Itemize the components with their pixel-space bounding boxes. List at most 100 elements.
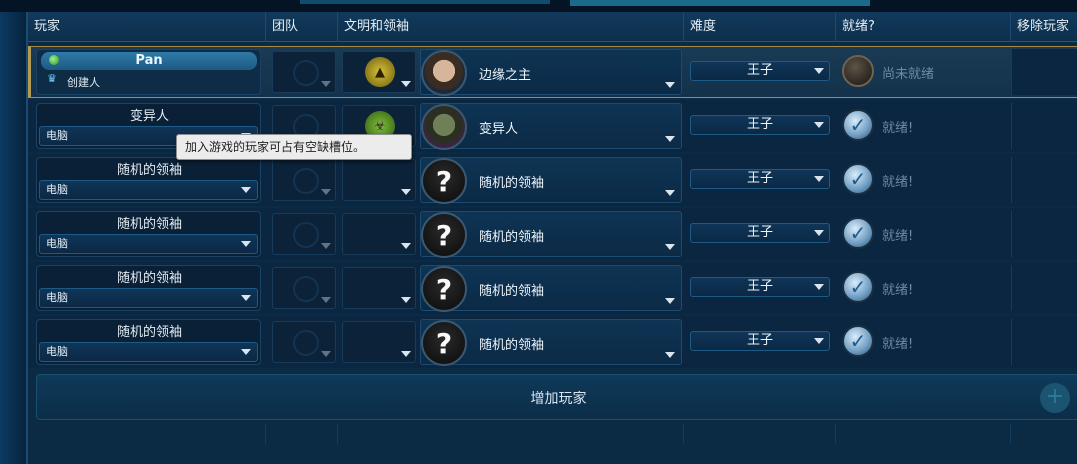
civ-select[interactable]: [342, 321, 416, 363]
chevron-down-icon: [401, 351, 411, 357]
chevron-down-icon: [321, 351, 331, 357]
add-player-label: 增加玩家: [530, 391, 587, 407]
chevron-down-icon: [665, 352, 675, 358]
leader-name: 随机的领袖: [479, 230, 545, 245]
player-type-select[interactable]: 电脑: [39, 288, 258, 308]
team-ring-icon: [293, 276, 319, 302]
player-name-box: 随机的领袖 电脑: [36, 157, 261, 203]
difficulty-select[interactable]: 王子: [690, 223, 830, 243]
chevron-down-icon: [401, 243, 411, 249]
tooltip: 加入游戏的玩家可占有空缺槽位。: [176, 134, 412, 160]
player-name-box: 随机的领袖 电脑: [36, 319, 261, 365]
team-select[interactable]: [272, 159, 336, 201]
leader-name: 边缘之主: [479, 68, 532, 83]
unknown-leader-icon: ?: [421, 266, 467, 312]
unknown-leader-icon: ?: [421, 158, 467, 204]
ready-toggle-button[interactable]: [842, 55, 874, 87]
top-tabs-bar: [0, 0, 1077, 12]
team-select[interactable]: [272, 321, 336, 363]
team-select[interactable]: [272, 213, 336, 255]
chevron-down-icon: [665, 82, 675, 88]
leader-select[interactable]: ? 随机的领袖: [420, 211, 682, 258]
player-name: 随机的领袖: [116, 217, 182, 232]
player-type-value: 电脑: [46, 183, 68, 196]
add-icon[interactable]: +: [1040, 383, 1070, 413]
host-subtitle: 创建人: [67, 76, 100, 89]
ready-toggle-button[interactable]: ✓: [842, 163, 874, 195]
ready-toggle-button[interactable]: ✓: [842, 109, 874, 141]
civ-select[interactable]: [342, 267, 416, 309]
difficulty-select[interactable]: 王子: [690, 61, 830, 81]
chevron-down-icon: [241, 349, 251, 355]
header-remove: 移除玩家: [1017, 19, 1070, 34]
leader-name: 随机的领袖: [479, 284, 545, 299]
footer-row: [28, 424, 1077, 444]
leader-select[interactable]: ? 随机的领袖: [420, 265, 682, 312]
remove-player-cell: [1011, 265, 1077, 311]
top-tab-left[interactable]: [300, 0, 550, 4]
player-name: 随机的领袖: [116, 325, 182, 340]
chevron-down-icon: [401, 297, 411, 303]
chevron-down-icon: [814, 68, 824, 74]
check-icon: ✓: [849, 113, 867, 137]
header-team: 团队: [266, 12, 338, 42]
difficulty-select[interactable]: 王子: [690, 277, 830, 297]
ready-status-label: 就绪!: [882, 283, 914, 298]
difficulty-select[interactable]: 王子: [690, 115, 830, 135]
check-icon: ✓: [849, 275, 867, 299]
remove-player-cell: [1011, 319, 1077, 365]
civ-select[interactable]: [342, 159, 416, 201]
leader-select[interactable]: ? 随机的领袖: [420, 319, 682, 366]
player-type-select[interactable]: 电脑: [39, 180, 258, 200]
player-name: 随机的领袖: [116, 271, 182, 286]
player-row: 随机的领袖 电脑 ? 随机的领袖 王子 ✓ 就绪!: [28, 316, 1077, 368]
difficulty-value: 王子: [746, 171, 773, 186]
ready-status-label: 尚未就绪: [882, 67, 935, 82]
header-civ-leader: 文明和领袖: [338, 12, 684, 42]
leader-portrait: [421, 50, 467, 96]
player-type-value: 电脑: [46, 237, 68, 250]
ready-toggle-button[interactable]: ✓: [842, 271, 874, 303]
chevron-down-icon: [814, 338, 824, 344]
player-list-panel: 玩家 团队 文明和领袖 难度 就绪? 移除玩家 Pan ♛ 创建人 ▲ 边缘之主…: [26, 12, 1077, 464]
player-type-select[interactable]: 电脑: [39, 234, 258, 254]
leader-name: 变异人: [479, 122, 519, 137]
leader-name: 随机的领袖: [479, 338, 545, 353]
ready-toggle-button[interactable]: ✓: [842, 325, 874, 357]
remove-player-cell: [1011, 49, 1077, 95]
chevron-down-icon: [321, 81, 331, 87]
host-name-pill[interactable]: Pan: [41, 52, 257, 70]
ready-toggle-button[interactable]: ✓: [842, 217, 874, 249]
civ-select[interactable]: [342, 213, 416, 255]
difficulty-select[interactable]: 王子: [690, 331, 830, 351]
add-player-button[interactable]: 增加玩家 +: [36, 374, 1077, 420]
player-name-box: 随机的领袖 电脑: [36, 211, 261, 257]
remove-player-cell: [1011, 157, 1077, 203]
team-select[interactable]: [272, 51, 336, 93]
difficulty-value: 王子: [746, 333, 773, 348]
leader-select[interactable]: ? 随机的领袖: [420, 157, 682, 204]
player-row: 随机的领袖 电脑 ? 随机的领袖 王子 ✓ 就绪!: [28, 208, 1077, 260]
difficulty-value: 王子: [746, 63, 773, 78]
civ-select[interactable]: ▲: [342, 51, 416, 93]
header-difficulty: 难度: [684, 12, 836, 42]
player-name: 变异人: [129, 109, 169, 124]
team-ring-icon: [293, 60, 319, 86]
player-type-value: 电脑: [46, 129, 68, 142]
top-tab-active[interactable]: [570, 0, 870, 6]
player-row: 随机的领袖 电脑 ? 随机的领袖 王子 ✓ 就绪!: [28, 154, 1077, 206]
chevron-down-icon: [665, 190, 675, 196]
host-name: Pan: [135, 53, 163, 68]
team-select[interactable]: [272, 267, 336, 309]
ready-status-label: 就绪!: [882, 229, 914, 244]
difficulty-select[interactable]: 王子: [690, 169, 830, 189]
chevron-down-icon: [665, 136, 675, 142]
player-type-select[interactable]: 电脑: [39, 342, 258, 362]
chevron-down-icon: [401, 189, 411, 195]
leader-select[interactable]: 边缘之主: [420, 49, 682, 96]
ready-status-label: 就绪!: [882, 337, 914, 352]
ready-status-label: 就绪!: [882, 175, 914, 190]
leader-select[interactable]: 变异人: [420, 103, 682, 150]
difficulty-value: 王子: [746, 279, 773, 294]
unknown-leader-icon: ?: [421, 212, 467, 258]
